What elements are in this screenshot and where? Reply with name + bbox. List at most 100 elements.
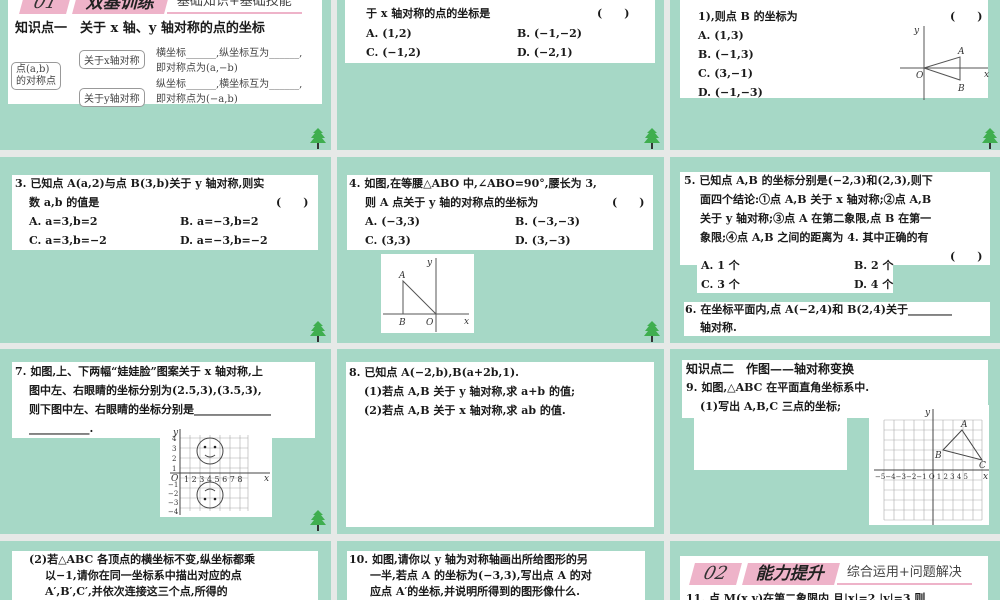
question-text: 轴对称. bbox=[700, 321, 737, 334]
option-a[interactable]: A. (−3,3) bbox=[365, 215, 420, 229]
question-text: 图中左、右眼睛的坐标分别为(2.5,3),(3.5,3), bbox=[29, 384, 262, 397]
answer-area bbox=[694, 418, 847, 470]
point-b-label: B bbox=[934, 451, 942, 461]
tree-icon bbox=[982, 128, 998, 149]
tree-icon bbox=[310, 128, 326, 149]
question-text: (1)若点 A,B 关于 y 轴对称,求 a+b 的值; bbox=[364, 385, 576, 398]
option-d[interactable]: D. (−1,−3) bbox=[698, 86, 763, 100]
option-c[interactable]: C. a=3,b=−2 bbox=[29, 234, 107, 248]
question-text: 9. 如图,△ABC 在平面直角坐标系中. bbox=[686, 381, 870, 394]
slide-5[interactable]: 4. 如图,在等腰△ABO 中,∠ABO=90°,腰长为 3, 则 A 点关于 … bbox=[337, 157, 664, 343]
question-text: 面四个结论:①点 A,B 关于 x 轴对称;②点 A,B bbox=[700, 193, 932, 206]
answer-blank: ( ) bbox=[950, 250, 983, 263]
slide-9[interactable]: 知识点二 作图——轴对称变换 9. 如图,△ABC 在平面直角坐标系中. (1)… bbox=[670, 349, 1000, 534]
section-header: 01 双基训练 基础知识+基础技能 bbox=[19, 0, 302, 14]
point-b-label: B bbox=[957, 84, 965, 94]
x-axis-label: x bbox=[984, 70, 989, 80]
option-d[interactable]: D. 4 个 bbox=[854, 278, 893, 292]
question-text: 10. 如图,请你以 y 轴为对称轴画出所给图形的另 bbox=[349, 553, 588, 566]
slide-2[interactable]: 于 x 轴对称的点的坐标是 ( ) A. (1,2) B. (−1,−2) C.… bbox=[337, 0, 664, 150]
slide-1[interactable]: 01 双基训练 基础知识+基础技能 知识点一 关于 x 轴、y 轴对称的点的坐标… bbox=[0, 0, 331, 150]
slide-7[interactable]: 7. 如图,上、下两幅“娃娃脸”图案关于 x 轴对称,上 图中左、右眼睛的坐标分… bbox=[0, 349, 331, 534]
slide-6[interactable]: 5. 已知点 A,B 的坐标分别是(−2,3)和(2,3),则下 面四个结论:①… bbox=[670, 157, 1000, 343]
question-text: (2)若点 A,B 关于 x 轴对称,求 ab 的值. bbox=[364, 404, 566, 417]
question-text: 于 x 轴对称的点的坐标是 bbox=[366, 7, 491, 20]
question-text: 则下图中左、右眼睛的坐标分别是______________ bbox=[29, 403, 271, 416]
triangle-abc-figure: y x A B C −5−4−3−2−1 O 1 2 3 4 5 bbox=[869, 405, 989, 525]
option-b[interactable]: B. 2 个 bbox=[854, 259, 893, 273]
origin-label: O bbox=[916, 71, 924, 81]
slide-4[interactable]: 3. 已知点 A(a,2)与点 B(3,b)关于 y 轴对称,则实 数 a,b … bbox=[0, 157, 331, 343]
section-number: 02 bbox=[689, 563, 742, 585]
section-subtitle: 基础知识+基础技能 bbox=[166, 0, 302, 14]
point-b-label: B bbox=[398, 318, 406, 328]
option-b[interactable]: B. a=−3,b=2 bbox=[180, 215, 259, 229]
question-text: 以−1,请你在同一坐标系中描出对应的点 bbox=[45, 569, 242, 582]
option-c[interactable]: C. (3,−1) bbox=[698, 67, 753, 81]
slide-11[interactable]: 10. 如图,请你以 y 轴为对称轴画出所给图形的另 一半,若点 A 的坐标为(… bbox=[337, 541, 664, 600]
option-d[interactable]: D. a=−3,b=−2 bbox=[180, 234, 268, 248]
question-text: 6. 在坐标平面内,点 A(−2,4)和 B(2,4)关于________ bbox=[685, 303, 952, 316]
tree-icon bbox=[644, 321, 660, 342]
question-text: 关于 y 轴对称;③点 A 在第二象限,点 B 在第一 bbox=[700, 212, 932, 225]
answer-blank: ( ) bbox=[597, 7, 630, 20]
tree-icon bbox=[310, 510, 326, 531]
section-number: 01 bbox=[19, 0, 72, 14]
y-axis-label: y bbox=[924, 408, 931, 418]
y-tick: −2 bbox=[168, 490, 178, 498]
slide-12[interactable]: 02 能力提升 综合运用+问题解决 11. 点 M(x,y)在第二象限内,且|x… bbox=[670, 541, 1000, 600]
point-a-label: A bbox=[398, 271, 406, 281]
question-text: (2)若△ABC 各顶点的横坐标不变,纵坐标都乘 bbox=[29, 553, 255, 566]
y-tick: 4 bbox=[172, 435, 177, 443]
option-c[interactable]: C. (−1,2) bbox=[366, 46, 421, 60]
question-text: 8. 已知点 A(−2,b),B(a+2b,1). bbox=[349, 366, 520, 379]
tree-icon bbox=[310, 321, 326, 342]
question-text: 3. 已知点 A(a,2)与点 B(3,b)关于 y 轴对称,则实 bbox=[15, 177, 265, 190]
option-b[interactable]: B. (−3,−3) bbox=[515, 215, 580, 229]
tree-icon bbox=[644, 128, 660, 149]
mindmap-root: 点(a,b)的对称点 bbox=[11, 62, 61, 90]
face-figure: yx O1 2 3 4 5 6 7 8 43 21 −1−2 −3−4 bbox=[160, 427, 272, 517]
slide-3[interactable]: 1),则点 B 的坐标为 ( ) A. (1,3) B. (−1,3) C. (… bbox=[670, 0, 1000, 150]
question-text: 7. 如图,上、下两幅“娃娃脸”图案关于 x 轴对称,上 bbox=[15, 365, 263, 378]
option-c[interactable]: C. (3,3) bbox=[365, 234, 411, 248]
y-tick: 2 bbox=[172, 455, 176, 463]
option-b[interactable]: B. (−1,3) bbox=[698, 48, 754, 62]
question-text: 一半,若点 A 的坐标为(−3,3),写出点 A 的对 bbox=[370, 569, 592, 582]
point-a-label: A bbox=[957, 47, 965, 57]
question-text: A′,B′,C′,并依次连接这三个点,所得的 bbox=[45, 585, 228, 598]
option-d[interactable]: D. (−2,1) bbox=[517, 46, 573, 60]
answer-blank[interactable]: ___________. bbox=[29, 422, 93, 436]
triangle-figure: y x O A B bbox=[381, 254, 474, 333]
option-c[interactable]: C. 3 个 bbox=[701, 278, 740, 292]
x-axis-label: x bbox=[464, 317, 469, 327]
x-axis-label: x bbox=[983, 472, 988, 482]
option-d[interactable]: D. (3,−3) bbox=[515, 234, 571, 248]
y-axis-label: y bbox=[426, 258, 433, 268]
option-b[interactable]: B. (−1,−2) bbox=[517, 27, 582, 41]
slide-8[interactable]: 8. 已知点 A(−2,b),B(a+2b,1). (1)若点 A,B 关于 y… bbox=[337, 349, 664, 534]
option-a[interactable]: A. (1,3) bbox=[698, 29, 744, 43]
y-rule-line2: 即对称点为(−a,b) bbox=[156, 94, 238, 105]
slide-10[interactable]: (2)若△ABC 各顶点的横坐标不变,纵坐标都乘 以−1,请你在同一坐标系中描出… bbox=[0, 541, 331, 600]
question-text: 则 A 点关于 y 轴的对称点的坐标为 bbox=[365, 196, 539, 209]
knowledge-point-title: 知识点一 关于 x 轴、y 轴对称的点的坐标 bbox=[15, 21, 265, 36]
option-a[interactable]: A. 1 个 bbox=[701, 259, 740, 273]
x-tick-labels: 1 2 3 4 5 6 7 8 bbox=[184, 475, 243, 484]
x-rule-line1: 横坐标______,纵坐标互为______, bbox=[156, 48, 303, 59]
y-tick: −4 bbox=[168, 508, 179, 516]
question-text: 数 a,b 的值是 bbox=[29, 196, 100, 209]
y-rule-line1: 纵坐标______,横坐标互为______, bbox=[156, 79, 303, 90]
x-rule-line2: 即对称点为(a,−b) bbox=[156, 63, 238, 74]
option-a[interactable]: A. (1,2) bbox=[366, 27, 412, 41]
mindmap-x-axis: 关于x轴对称 bbox=[79, 50, 145, 69]
origin-label: O bbox=[426, 318, 434, 328]
y-axis-label: y bbox=[913, 26, 920, 36]
section-header: 02 能力提升 综合运用+问题解决 bbox=[689, 563, 972, 585]
knowledge-point-title: 知识点二 作图——轴对称变换 bbox=[686, 362, 855, 376]
option-a[interactable]: A. a=3,b=2 bbox=[29, 215, 98, 229]
question-text: 1),则点 B 的坐标为 bbox=[698, 10, 798, 23]
section-title: 能力提升 bbox=[741, 563, 840, 585]
answer-blank: ( ) bbox=[612, 196, 645, 209]
x-tick-labels: −5−4−3−2−1 O 1 2 3 4 5 bbox=[875, 473, 968, 481]
